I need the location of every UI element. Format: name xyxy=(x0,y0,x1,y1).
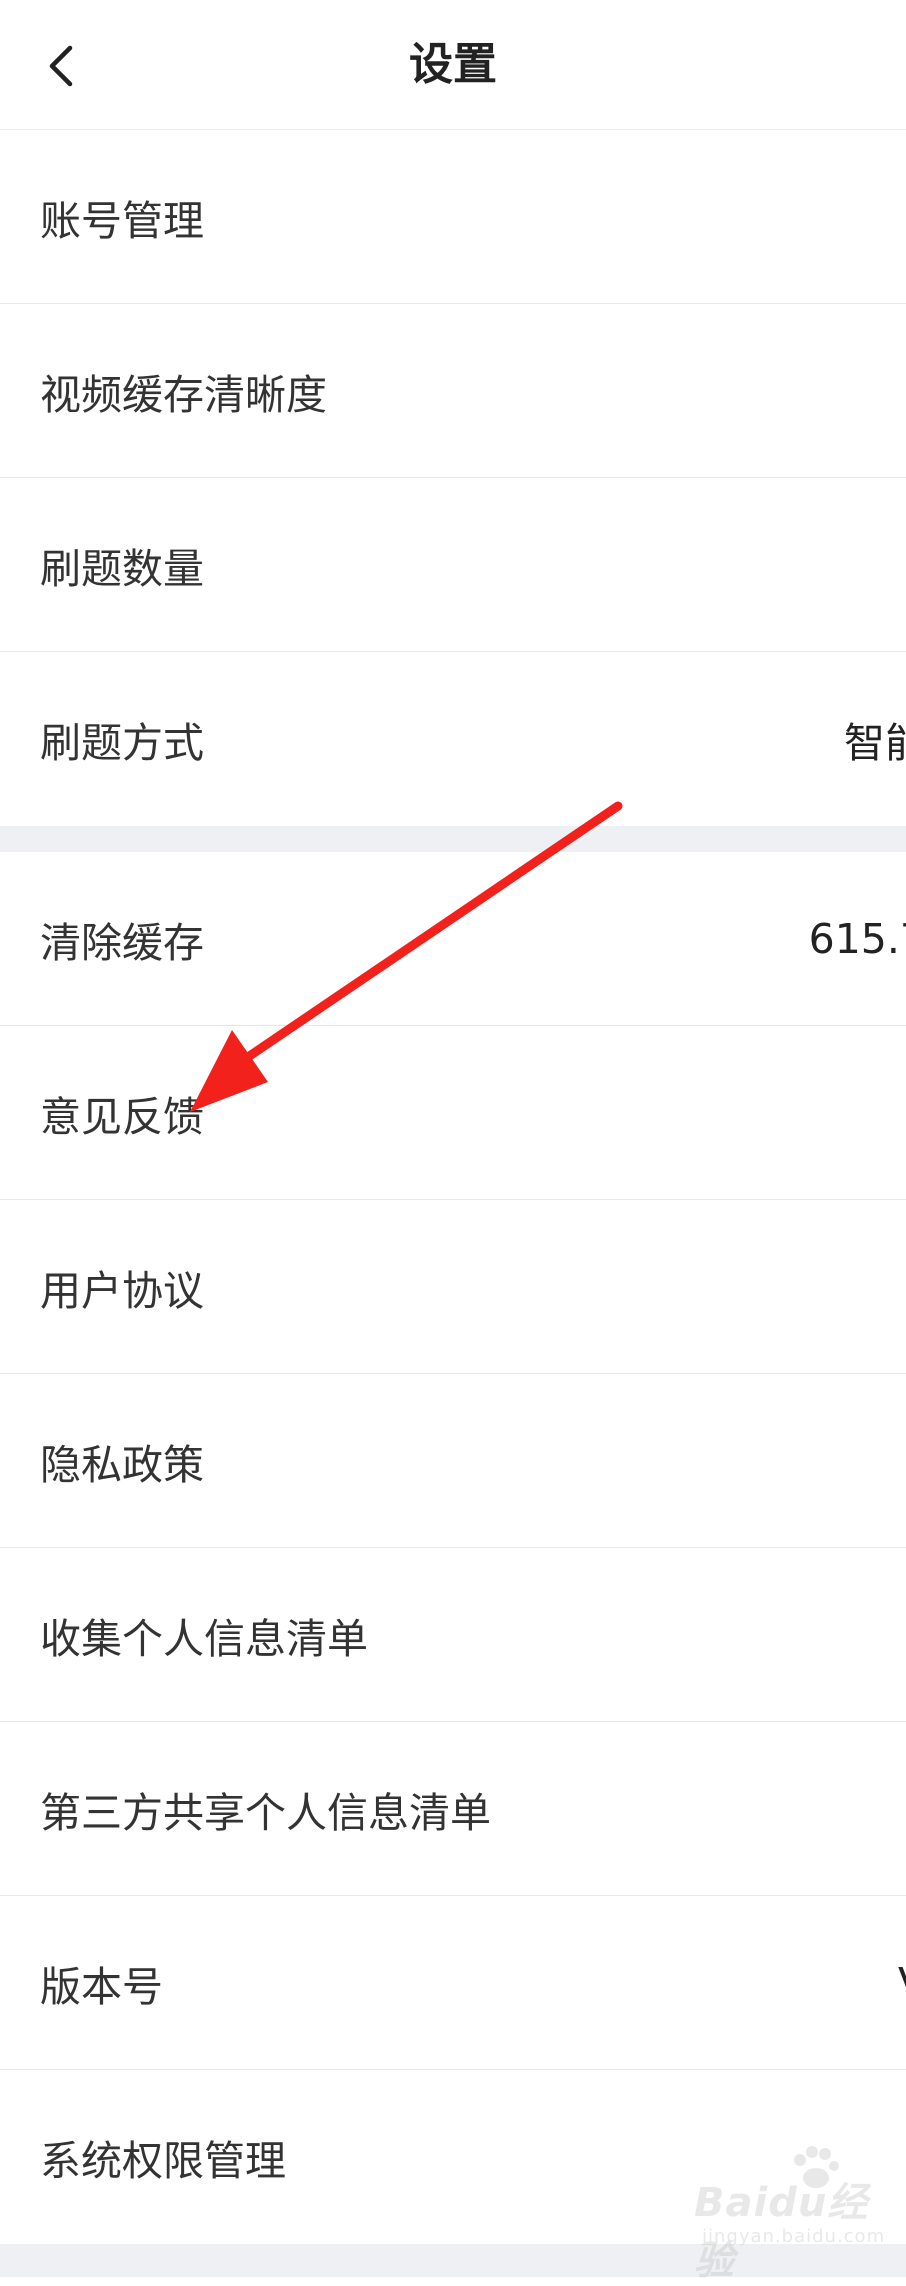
settings-item-label: 用户协议 xyxy=(40,1266,204,1315)
nav-bar: 设置 xyxy=(0,0,906,130)
settings-item-label: 账号管理 xyxy=(40,196,204,245)
settings-group-general: 账号管理 视频缓存清晰度 刷题数量 刷题方式 智能 xyxy=(0,130,906,826)
settings-item-user-agreement[interactable]: 用户协议 xyxy=(0,1200,906,1374)
settings-item-label: 刷题数量 xyxy=(40,544,204,593)
watermark: Baidu经验 jingyan.baidu.com xyxy=(694,2146,894,2284)
settings-item-label: 隐私政策 xyxy=(40,1440,204,1489)
settings-item-label: 意见反馈 xyxy=(40,1092,204,1141)
settings-item-version[interactable]: 版本号 V xyxy=(0,1896,906,2070)
settings-item-practice-mode[interactable]: 刷题方式 智能 xyxy=(0,652,906,826)
version-value: V xyxy=(898,1959,906,2007)
settings-item-question-count[interactable]: 刷题数量 xyxy=(0,478,906,652)
section-divider xyxy=(0,826,906,852)
settings-group-other: 清除缓存 615.7 意见反馈 用户协议 隐私政策 收集个人信息清单 第三方共享… xyxy=(0,852,906,2244)
settings-item-label: 刷题方式 xyxy=(40,719,204,767)
settings-item-label: 系统权限管理 xyxy=(40,2137,286,2185)
settings-item-third-party-sharing-list[interactable]: 第三方共享个人信息清单 xyxy=(0,1722,906,1896)
settings-item-privacy-policy[interactable]: 隐私政策 xyxy=(0,1374,906,1548)
settings-item-label: 版本号 xyxy=(40,1962,163,2011)
cache-size-value: 615.7 xyxy=(808,914,906,963)
watermark-domain: jingyan.baidu.com xyxy=(702,2226,886,2247)
settings-item-value: 智能 xyxy=(844,719,906,767)
page-title: 设置 xyxy=(409,39,497,90)
settings-item-feedback[interactable]: 意见反馈 xyxy=(0,1026,906,1200)
settings-item-label: 视频缓存清晰度 xyxy=(40,370,327,419)
settings-item-video-cache-quality[interactable]: 视频缓存清晰度 xyxy=(0,304,906,478)
settings-item-label: 收集个人信息清单 xyxy=(40,1614,368,1663)
settings-item-label: 第三方共享个人信息清单 xyxy=(40,1788,491,1837)
settings-item-personal-info-list[interactable]: 收集个人信息清单 xyxy=(0,1548,906,1722)
settings-item-clear-cache[interactable]: 清除缓存 615.7 xyxy=(0,852,906,1026)
settings-item-label: 清除缓存 xyxy=(40,918,204,967)
settings-item-account[interactable]: 账号管理 xyxy=(0,130,906,304)
